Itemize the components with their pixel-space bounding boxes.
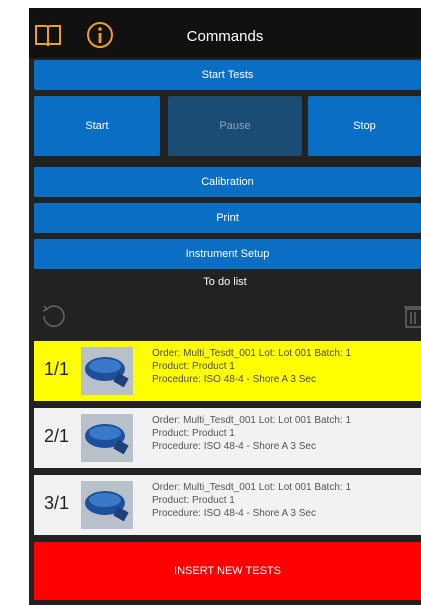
pause-button[interactable]: Pause: [168, 96, 302, 156]
test-index: 3/1: [44, 493, 70, 513]
test-procedure: Procedure: ISO 48-4 - Shore A 3 Sec: [152, 441, 316, 452]
test-product: Product: Product 1: [152, 495, 235, 506]
test-order: Order: Multi_Tesdt_001 Lot: Lot 001 Batc…: [152, 348, 352, 359]
test-index: 2/1: [44, 426, 70, 446]
usb-key-icon: [81, 347, 133, 395]
todo-list-title: To do list: [203, 276, 247, 288]
test-info: Order: Multi_Tesdt_001 Lot: Lot 001 Batc…: [152, 414, 351, 453]
top-strip: [29, 0, 421, 8]
test-info: Order: Multi_Tesdt_001 Lot: Lot 001 Batc…: [152, 481, 351, 520]
start-tests-button[interactable]: Start Tests: [34, 60, 421, 90]
test-row[interactable]: 1/1 Order: Multi_Tesdt_001 Lot: Lot 001 …: [34, 341, 421, 401]
test-row[interactable]: 2/1 Order: Multi_Tesdt_001 Lot: Lot 001 …: [34, 408, 421, 468]
instrument-setup-button[interactable]: Instrument Setup: [34, 239, 421, 269]
test-product: Product: Product 1: [152, 428, 235, 439]
header: Commands: [29, 8, 421, 58]
start-button[interactable]: Start: [34, 96, 160, 156]
test-order: Order: Multi_Tesdt_001 Lot: Lot 001 Batc…: [152, 482, 352, 493]
test-product: Product: Product 1: [152, 361, 235, 372]
stop-button[interactable]: Stop: [308, 96, 421, 156]
test-row[interactable]: 3/1 Order: Multi_Tesdt_001 Lot: Lot 001 …: [34, 475, 421, 535]
test-procedure: Procedure: ISO 48-4 - Shore A 3 Sec: [152, 508, 316, 519]
test-info: Order: Multi_Tesdt_001 Lot: Lot 001 Batc…: [152, 347, 351, 386]
usb-key-icon: [81, 414, 133, 462]
print-button[interactable]: Print: [34, 203, 421, 233]
usb-key-icon: [81, 481, 133, 529]
screen: Commands Start Tests Start Pause Stop Ca…: [0, 0, 421, 605]
commands-panel: Commands Start Tests Start Pause Stop Ca…: [29, 0, 421, 605]
calibration-button[interactable]: Calibration: [34, 167, 421, 197]
insert-new-tests-button[interactable]: INSERT NEW TESTS: [34, 542, 421, 600]
test-procedure: Procedure: ISO 48-4 - Shore A 3 Sec: [152, 374, 316, 385]
test-index: 1/1: [44, 359, 70, 379]
left-margin: [0, 0, 29, 605]
trash-icon[interactable]: [404, 304, 421, 328]
page-title: Commands: [186, 28, 264, 45]
refresh-icon[interactable]: [39, 302, 67, 330]
test-order: Order: Multi_Tesdt_001 Lot: Lot 001 Batc…: [152, 415, 352, 426]
